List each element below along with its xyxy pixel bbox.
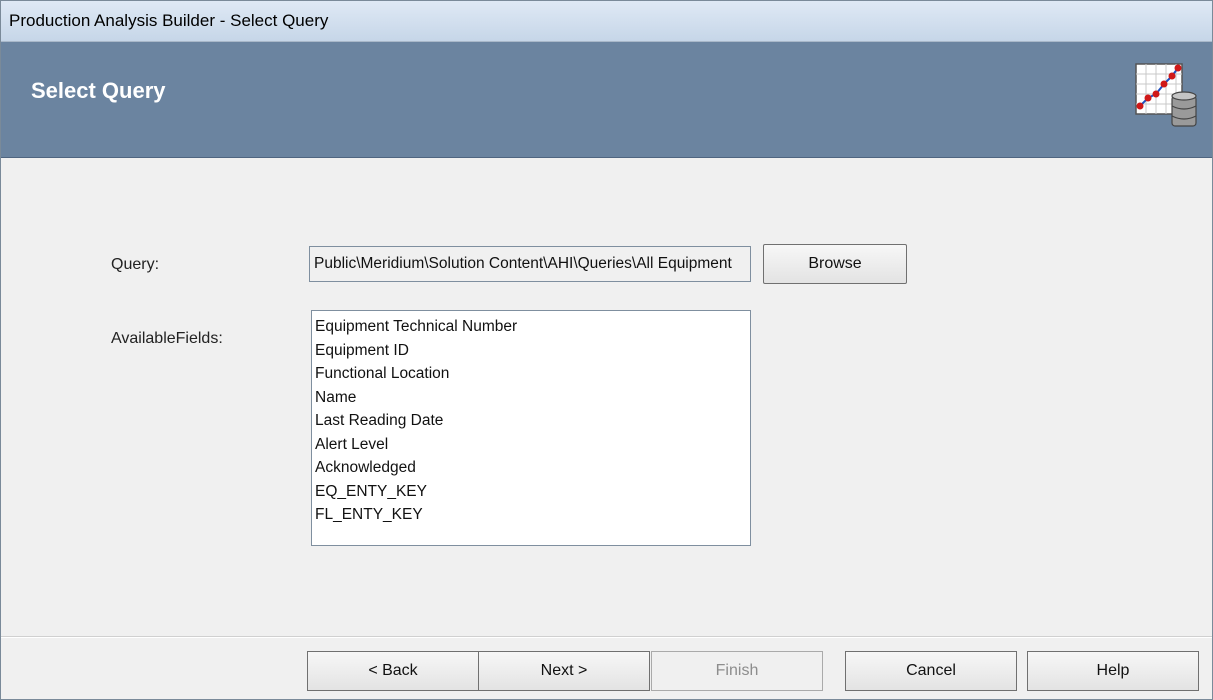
list-item[interactable]: Equipment ID (315, 339, 747, 363)
window-title: Production Analysis Builder - Select Que… (9, 11, 329, 30)
list-item[interactable]: Acknowledged (315, 456, 747, 480)
page-heading: Select Query (31, 78, 166, 103)
wizard-header: Select Query (1, 42, 1212, 158)
cancel-button[interactable]: Cancel (845, 651, 1017, 691)
list-item[interactable]: FL_ENTY_KEY (315, 503, 747, 527)
available-fields-label: AvailableFields: (111, 330, 223, 347)
wizard-body: Query: Public\Meridium\Solution Content\… (1, 158, 1212, 636)
query-path-field[interactable]: Public\Meridium\Solution Content\AHI\Que… (309, 246, 751, 282)
wizard-footer: < Back Next > Finish Cancel Help (1, 636, 1212, 699)
list-item[interactable]: Functional Location (315, 362, 747, 386)
query-label: Query: (111, 256, 160, 273)
list-item[interactable]: Last Reading Date (315, 409, 747, 433)
help-button[interactable]: Help (1027, 651, 1199, 691)
browse-button[interactable]: Browse (763, 244, 907, 284)
chart-database-icon (1134, 62, 1198, 128)
list-item[interactable]: EQ_ENTY_KEY (315, 480, 747, 504)
back-button[interactable]: < Back (307, 651, 479, 691)
title-bar[interactable]: Production Analysis Builder - Select Que… (1, 1, 1212, 42)
list-item[interactable]: Equipment Technical Number (315, 315, 747, 339)
next-button[interactable]: Next > (478, 651, 650, 691)
footer-divider (1, 637, 1212, 638)
list-item[interactable]: Name (315, 386, 747, 410)
finish-button[interactable]: Finish (651, 651, 823, 691)
available-fields-list[interactable]: Equipment Technical Number Equipment ID … (311, 310, 751, 546)
list-item[interactable]: Alert Level (315, 433, 747, 457)
wizard-window: Production Analysis Builder - Select Que… (0, 0, 1213, 700)
